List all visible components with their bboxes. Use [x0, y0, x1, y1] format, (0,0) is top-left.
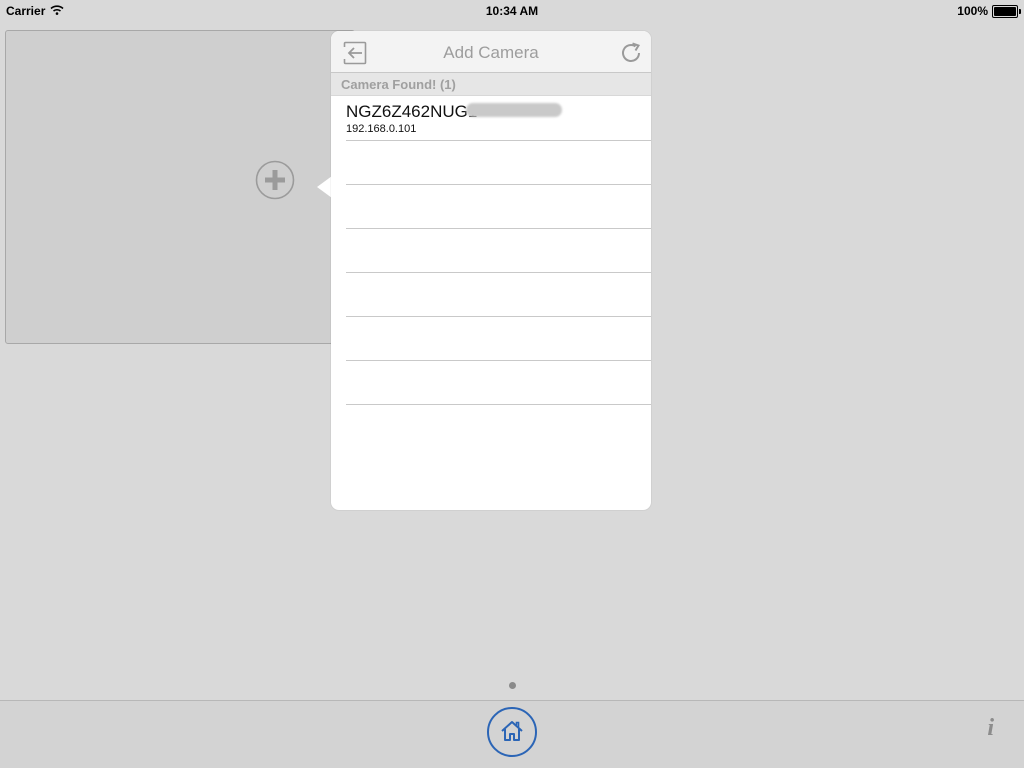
camera-name: NGZ6Z462NUG1 — [346, 102, 478, 121]
back-button[interactable] — [343, 41, 367, 65]
plus-circle-icon — [255, 160, 295, 200]
popover-title: Add Camera — [443, 43, 539, 62]
camera-slot[interactable] — [5, 30, 355, 344]
status-right: 100% — [957, 4, 1021, 18]
battery-icon — [992, 4, 1021, 18]
empty-list-row — [346, 361, 651, 405]
popover-header: Add Camera — [331, 31, 651, 73]
empty-rows — [331, 141, 651, 405]
battery-tip — [1019, 8, 1021, 14]
section-header: Camera Found! (1) — [331, 73, 651, 96]
back-arrow-icon — [343, 41, 367, 65]
empty-list-row — [346, 141, 651, 185]
camera-list-item[interactable]: NGZ6Z462NUG1 192.168.0.101 — [346, 97, 651, 141]
bottom-toolbar: i — [0, 700, 1024, 768]
add-camera-popover: Add Camera Camera Found! (1) NGZ6Z462NUG… — [331, 31, 651, 510]
info-button[interactable]: i — [987, 715, 994, 742]
status-time: 10:34 AM — [485, 4, 539, 18]
empty-list-row — [346, 273, 651, 317]
camera-list: NGZ6Z462NUG1 192.168.0.101 — [331, 97, 651, 405]
empty-list-row — [346, 229, 651, 273]
add-camera-button[interactable] — [255, 160, 295, 200]
page-indicator-dot — [509, 682, 516, 689]
app-screen: Carrier 10:34 AM 100% Add Camera Camera … — [0, 0, 1024, 768]
battery-fill — [994, 6, 1016, 16]
battery-percent: 100% — [957, 4, 988, 18]
status-bar: Carrier 10:34 AM 100% — [0, 0, 1024, 20]
empty-list-row — [346, 185, 651, 229]
refresh-icon — [622, 42, 640, 62]
popover-arrow — [317, 176, 332, 198]
camera-ip: 192.168.0.101 — [346, 123, 417, 135]
refresh-button[interactable] — [619, 41, 643, 65]
empty-list-row — [346, 317, 651, 361]
redacted-serial — [466, 103, 562, 117]
home-button[interactable] — [487, 707, 537, 757]
home-icon — [501, 721, 523, 741]
